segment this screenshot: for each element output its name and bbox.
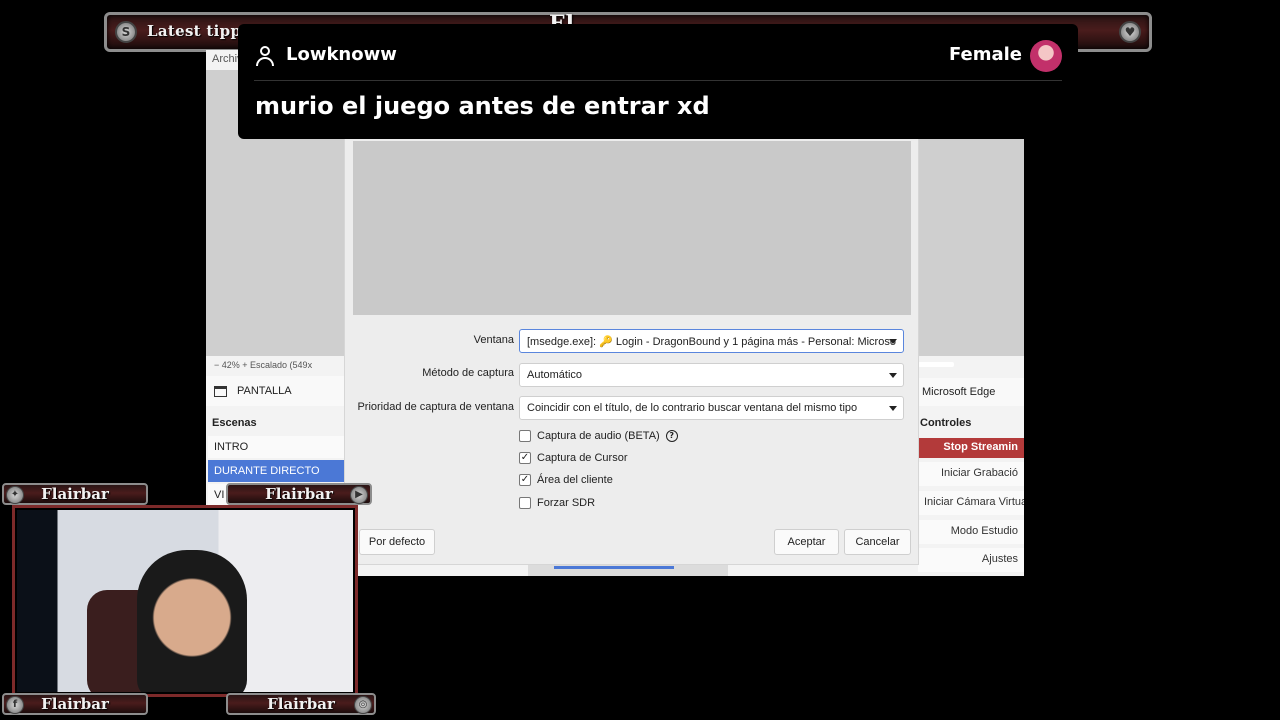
avatar [1030, 40, 1062, 72]
source-item-edge[interactable]: Microsoft Edge [916, 378, 1024, 406]
chat-alert-popup: Lowknoww Female murio el juego antes de … [238, 24, 1078, 139]
window-icon [214, 385, 227, 397]
accept-button[interactable]: Aceptar [774, 529, 839, 555]
force-sdr-checkbox[interactable]: Forzar SDR [519, 495, 595, 511]
checkbox-unchecked[interactable] [519, 497, 531, 509]
stream-scene: S Latest tipper Fl..... ♥ Archiv − 42% +… [0, 0, 1280, 720]
webcam-frame [12, 505, 358, 697]
cam-plate-label: Flairbar [267, 695, 335, 713]
chevron-down-icon [889, 339, 897, 344]
source-item-pantalla[interactable]: PANTALLA [206, 376, 346, 406]
force-sdr-label: Forzar SDR [537, 497, 596, 509]
checkbox-checked[interactable]: ✓ [519, 452, 531, 464]
checkbox-unchecked[interactable] [519, 430, 531, 442]
capture-method-select[interactable]: Automático [519, 363, 904, 387]
priority-label: Prioridad de captura de ventana [357, 401, 514, 413]
chat-username: Lowknoww [286, 44, 397, 65]
window-value: Login - DragonBound y 1 página más - Per… [612, 336, 896, 348]
twitter-icon: ✦ [6, 486, 24, 504]
dollar-chip-icon: S [115, 21, 137, 43]
audio-capture-label: Captura de audio (BETA) [537, 430, 660, 442]
user-icon [256, 46, 274, 66]
studio-mode-button[interactable]: Modo Estudio [918, 520, 1024, 544]
source-label: PANTALLA [237, 385, 292, 397]
client-area-checkbox[interactable]: ✓ Área del cliente [519, 472, 613, 488]
window-capture-properties-dialog: Ventana [msedge.exe]: 🔑 Login - DragonBo… [344, 138, 919, 565]
cam-plate-label: Flairbar [41, 695, 109, 713]
cursor-capture-checkbox[interactable]: ✓ Captura de Cursor [519, 450, 628, 466]
scene-item-durante-directo[interactable]: DURANTE DIRECTO [208, 460, 344, 482]
chat-gender: Female [948, 44, 1022, 65]
cancel-button[interactable]: Cancelar [844, 529, 911, 555]
audio-capture-checkbox[interactable]: Captura de audio (BETA) ? [519, 428, 678, 444]
capture-method-value: Automático [527, 369, 583, 381]
client-area-label: Área del cliente [537, 474, 613, 486]
priority-select[interactable]: Coincidir con el título, de lo contrario… [519, 396, 904, 420]
priority-value: Coincidir con el título, de lo contrario… [527, 402, 858, 414]
checkbox-checked[interactable]: ✓ [519, 474, 531, 486]
webcam-video [17, 510, 353, 692]
capture-preview [353, 141, 911, 315]
divider [254, 80, 1062, 81]
chat-message: murio el juego antes de entrar xd [255, 92, 710, 120]
youtube-icon: ▶ [350, 486, 368, 504]
capture-method-label: Método de captura [422, 367, 514, 379]
cam-plate-top-right: Flairbar ▶ [226, 483, 372, 505]
virtual-camera-button[interactable]: Iniciar Cámara Virtua [918, 491, 1024, 515]
window-select[interactable]: [msedge.exe]: 🔑 Login - DragonBound y 1 … [519, 329, 904, 353]
cam-plate-label: Flairbar [265, 485, 333, 503]
heart-chip-icon: ♥ [1119, 21, 1141, 43]
window-label: Ventana [473, 334, 514, 346]
key-icon: 🔑 [599, 336, 613, 348]
settings-button[interactable]: Ajustes [918, 548, 1024, 572]
facebook-icon: f [6, 696, 24, 714]
start-recording-button[interactable]: Iniciar Grabació [918, 462, 1024, 486]
stop-streaming-button[interactable]: Stop Streamin [918, 438, 1024, 458]
volume-bar[interactable] [554, 566, 674, 569]
cam-plate-label: Flairbar [41, 485, 109, 503]
scene-item-intro[interactable]: INTRO [208, 436, 344, 458]
streamer-shape [137, 550, 247, 692]
cam-plate-top-left: ✦ Flairbar [2, 483, 148, 505]
defaults-button[interactable]: Por defecto [359, 529, 435, 555]
chevron-down-icon [889, 406, 897, 411]
instagram-icon: ◎ [354, 696, 372, 714]
cam-plate-bottom-left: f Flairbar [2, 693, 148, 715]
zoom-bar[interactable]: − 42% + Escalado (549x [206, 356, 346, 376]
window-value-prefix: [msedge.exe]: [527, 336, 600, 348]
help-icon[interactable]: ? [665, 430, 678, 442]
controls-header: Controles [920, 417, 972, 429]
chevron-down-icon [889, 373, 897, 378]
cam-plate-bottom-right: Flairbar ◎ [226, 693, 376, 715]
cursor-capture-label: Captura de Cursor [537, 452, 628, 464]
scenes-header: Escenas [212, 417, 257, 429]
preview-scrollbar[interactable] [918, 362, 954, 367]
